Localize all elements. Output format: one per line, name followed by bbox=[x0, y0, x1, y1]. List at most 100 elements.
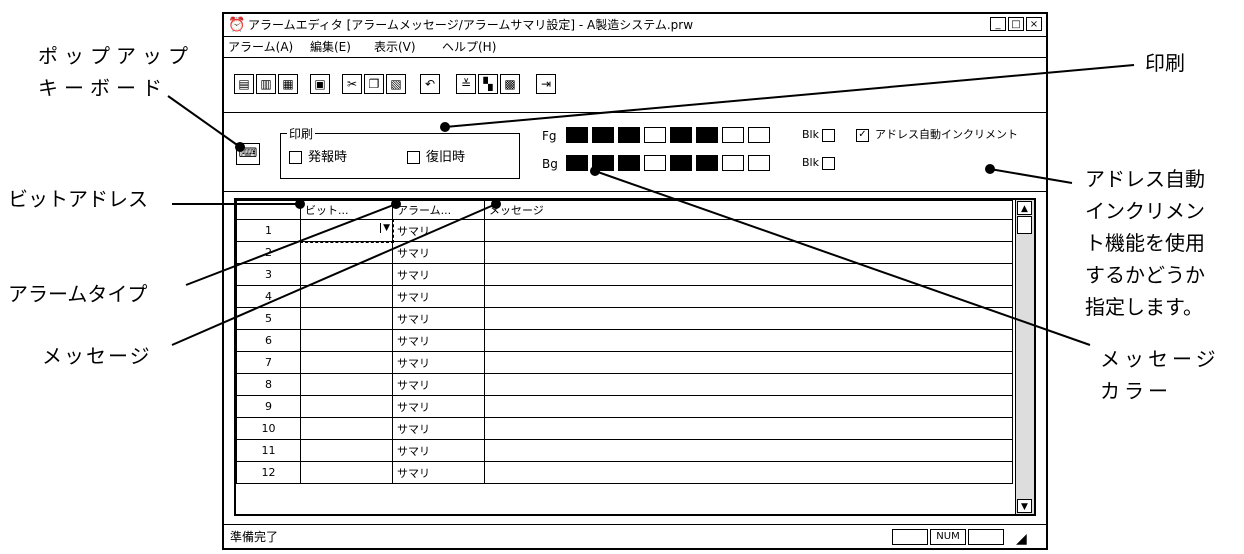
scroll-thumb[interactable] bbox=[1017, 216, 1032, 234]
message-cell[interactable] bbox=[484, 373, 1013, 396]
table-row[interactable]: 9 サマリ bbox=[236, 395, 1013, 418]
table-row[interactable]: 4 サマリ bbox=[236, 285, 1013, 308]
alarm-type-cell[interactable]: サマリ bbox=[392, 395, 485, 418]
auto-increment-checkbox[interactable]: ✓ アドレス自動インクリメント bbox=[856, 127, 1018, 143]
title-bar[interactable]: ⏰ アラームエディタ [アラームメッセージ/アラームサマリ設定] - A製造シス… bbox=[224, 14, 1046, 37]
alarm-type-cell[interactable]: サマリ bbox=[392, 263, 485, 286]
menu-view[interactable]: 表示(V) bbox=[374, 37, 416, 57]
bg-color-swatch[interactable] bbox=[722, 155, 744, 171]
fg-color-swatch[interactable] bbox=[696, 127, 718, 143]
view-detail-icon[interactable]: ▥ bbox=[256, 74, 276, 94]
message-cell[interactable] bbox=[484, 263, 1013, 286]
bit-address-cell[interactable] bbox=[300, 373, 393, 396]
alarm-type-cell[interactable]: サマリ bbox=[392, 439, 485, 462]
resize-grip-icon[interactable]: ◢ bbox=[1016, 527, 1027, 551]
scroll-up-arrow-icon[interactable]: ▲ bbox=[1017, 201, 1032, 215]
header-rownum[interactable] bbox=[236, 200, 301, 220]
menu-edit[interactable]: 編集(E) bbox=[310, 37, 351, 57]
bg-color-swatch[interactable] bbox=[696, 155, 718, 171]
row-number[interactable]: 6 bbox=[236, 329, 301, 352]
row-number[interactable]: 8 bbox=[236, 373, 301, 396]
message-cell[interactable] bbox=[484, 307, 1013, 330]
fg-color-swatch[interactable] bbox=[748, 127, 770, 143]
popup-keyboard-button[interactable]: ⌨ bbox=[236, 143, 260, 165]
table-row[interactable]: 11 サマリ bbox=[236, 439, 1013, 462]
row-number[interactable]: 9 bbox=[236, 395, 301, 418]
dropdown-arrow-icon[interactable]: ▼ bbox=[380, 223, 390, 233]
bit-address-cell[interactable] bbox=[300, 285, 393, 308]
menu-alarm[interactable]: アラーム(A) bbox=[228, 37, 293, 57]
bg-color-swatch[interactable] bbox=[748, 155, 770, 171]
fg-color-swatch[interactable] bbox=[670, 127, 692, 143]
message-cell[interactable] bbox=[484, 439, 1013, 462]
message-cell[interactable] bbox=[484, 395, 1013, 418]
bg-color-swatch[interactable] bbox=[644, 155, 666, 171]
table-row[interactable]: 8 サマリ bbox=[236, 373, 1013, 396]
header-alarm[interactable]: アラーム... bbox=[392, 200, 485, 220]
table-row[interactable]: 12 サマリ bbox=[236, 461, 1013, 484]
layout-icon[interactable]: ▚ bbox=[478, 74, 498, 94]
bg-blink-checkbox[interactable]: Blk bbox=[802, 155, 841, 171]
header-message[interactable]: メッセージ bbox=[484, 200, 1013, 220]
message-cell[interactable] bbox=[484, 219, 1013, 242]
bit-address-cell[interactable] bbox=[300, 439, 393, 462]
alarm-type-cell[interactable]: サマリ bbox=[392, 351, 485, 374]
print-on-restore-checkbox[interactable]: 復旧時 bbox=[407, 150, 465, 166]
message-cell[interactable] bbox=[484, 351, 1013, 374]
bg-color-swatch[interactable] bbox=[618, 155, 640, 171]
row-number[interactable]: 5 bbox=[236, 307, 301, 330]
view-list-icon[interactable]: ▤ bbox=[234, 74, 254, 94]
copy-icon[interactable]: ❐ bbox=[364, 74, 384, 94]
row-number[interactable]: 7 bbox=[236, 351, 301, 374]
undo-icon[interactable]: ↶ bbox=[420, 74, 440, 94]
alarm-type-cell[interactable]: サマリ bbox=[392, 307, 485, 330]
table-row[interactable]: 6 サマリ bbox=[236, 329, 1013, 352]
alarm-type-cell[interactable]: サマリ bbox=[392, 373, 485, 396]
table-row[interactable]: 3 サマリ bbox=[236, 263, 1013, 286]
bitmap-icon[interactable]: ▩ bbox=[500, 74, 520, 94]
row-number[interactable]: 11 bbox=[236, 439, 301, 462]
bit-address-cell[interactable] bbox=[300, 461, 393, 484]
table-row[interactable]: 1 ▼ サマリ bbox=[236, 218, 1013, 243]
close-button[interactable]: × bbox=[1026, 17, 1042, 31]
alarm-type-cell[interactable]: サマリ bbox=[392, 461, 485, 484]
bit-address-cell[interactable] bbox=[300, 241, 393, 264]
row-number[interactable]: 12 bbox=[236, 461, 301, 484]
alarm-type-cell[interactable]: サマリ bbox=[392, 241, 485, 264]
bg-color-swatch[interactable] bbox=[670, 155, 692, 171]
table-row[interactable]: 2 サマリ bbox=[236, 241, 1013, 264]
bg-color-swatch[interactable] bbox=[592, 155, 614, 171]
row-number[interactable]: 1 bbox=[236, 219, 301, 242]
message-cell[interactable] bbox=[484, 461, 1013, 484]
alarm-type-cell[interactable]: サマリ bbox=[392, 329, 485, 352]
message-cell[interactable] bbox=[484, 285, 1013, 308]
table-row[interactable]: 10 サマリ bbox=[236, 417, 1013, 440]
bit-address-cell[interactable] bbox=[300, 329, 393, 352]
save-icon[interactable]: ▣ bbox=[310, 74, 330, 94]
table-row[interactable]: 7 サマリ bbox=[236, 351, 1013, 374]
bit-address-cell[interactable]: ▼ bbox=[299, 218, 394, 243]
message-cell[interactable] bbox=[484, 241, 1013, 264]
bit-address-cell[interactable] bbox=[300, 263, 393, 286]
fg-color-swatch[interactable] bbox=[722, 127, 744, 143]
bit-address-cell[interactable] bbox=[300, 307, 393, 330]
row-number[interactable]: 3 bbox=[236, 263, 301, 286]
alarm-type-cell[interactable]: サマリ bbox=[392, 219, 485, 242]
bit-address-cell[interactable] bbox=[300, 395, 393, 418]
fg-blink-checkbox[interactable]: Blk bbox=[802, 127, 841, 143]
minimize-button[interactable]: _ bbox=[990, 17, 1006, 31]
fg-color-swatch[interactable] bbox=[566, 127, 588, 143]
fg-color-swatch[interactable] bbox=[592, 127, 614, 143]
alarm-type-cell[interactable]: サマリ bbox=[392, 417, 485, 440]
message-cell[interactable] bbox=[484, 329, 1013, 352]
row-number[interactable]: 10 bbox=[236, 417, 301, 440]
bit-address-cell[interactable] bbox=[300, 351, 393, 374]
header-bit[interactable]: ビット... bbox=[300, 200, 393, 220]
maximize-button[interactable]: □ bbox=[1008, 17, 1024, 31]
vertical-scrollbar[interactable]: ▲ ▼ bbox=[1015, 200, 1034, 514]
print-on-occur-checkbox[interactable]: 発報時 bbox=[289, 150, 347, 166]
import-icon[interactable]: ≚ bbox=[456, 74, 476, 94]
message-cell[interactable] bbox=[484, 417, 1013, 440]
bit-address-cell[interactable] bbox=[300, 417, 393, 440]
fg-color-swatch[interactable] bbox=[618, 127, 640, 143]
